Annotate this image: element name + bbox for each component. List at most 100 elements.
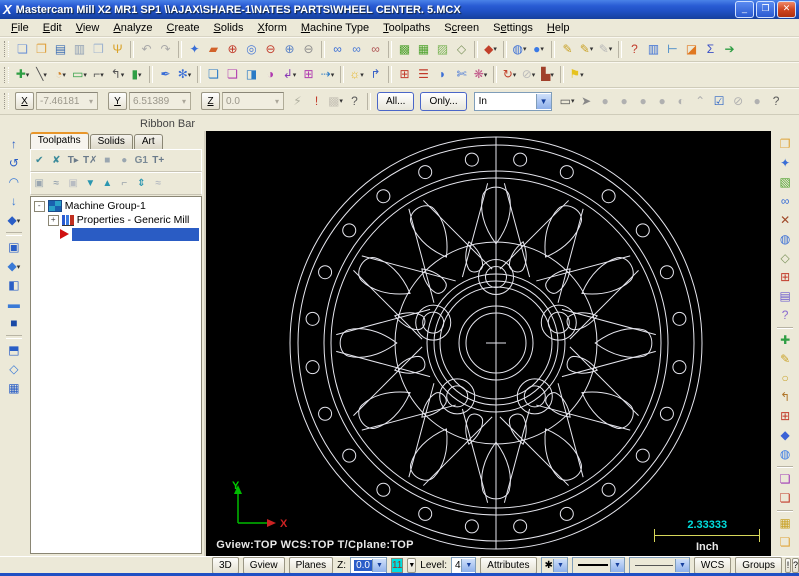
menu-item-settings[interactable]: Settings <box>486 21 540 35</box>
surface-orange-icon[interactable]: ◪ <box>682 40 701 59</box>
flower-icon[interactable]: ❋ <box>471 65 490 84</box>
zoom-window-icon[interactable]: ⊕ <box>223 40 242 59</box>
sel-circle-1-icon[interactable]: ● <box>596 92 615 111</box>
no-entry-icon[interactable]: ⊘ <box>519 65 538 84</box>
solid-boolean-add-icon[interactable]: ⬒ <box>4 341 23 360</box>
line-style-combo[interactable]: ▼ <box>571 556 625 574</box>
select-all-ops-icon[interactable]: ✔ <box>31 152 48 169</box>
g1-icon[interactable]: G1 <box>133 152 150 169</box>
y-coord-input[interactable]: 6.51389 ▾ <box>129 92 191 110</box>
chevron-down-icon[interactable]: ▼ <box>609 558 624 572</box>
tab-solids[interactable]: Solids <box>89 134 133 149</box>
menu-item-machine-type[interactable]: Machine Type <box>294 21 376 35</box>
z-coord-button[interactable]: Z <box>201 92 220 110</box>
menu-item-screen[interactable]: Screen <box>437 21 486 35</box>
solid-chamfer-icon[interactable]: ◆ <box>4 257 23 276</box>
color-dropdown-button[interactable]: ▼ <box>407 557 417 573</box>
swap-red-icon[interactable]: ❏ <box>776 489 795 508</box>
screen-blank-icon[interactable]: ∞ <box>366 40 385 59</box>
restore-button[interactable]: ❐ <box>756 1 775 18</box>
xform-project-icon[interactable]: ⇢ <box>318 65 337 84</box>
toolbar-grip[interactable] <box>4 41 9 57</box>
toolpath-off-icon[interactable]: T✗ <box>82 152 99 169</box>
exclaim-icon[interactable]: ! <box>307 92 326 111</box>
x-coord-input[interactable]: -7.46181 ▾ <box>36 92 98 110</box>
open-file-icon[interactable]: ❐ <box>32 40 51 59</box>
stamp-icon[interactable]: ▙ <box>538 65 557 84</box>
color-grid-icon[interactable]: ▦ <box>776 514 795 533</box>
flag-icon[interactable]: ⚑ <box>567 65 586 84</box>
grid-red-icon[interactable]: ⊞ <box>776 407 795 426</box>
translucent-cube-icon[interactable]: ▨ <box>433 40 452 59</box>
tree-row[interactable]: + Properties - Generic Mill <box>31 213 201 227</box>
alert-button[interactable]: ! <box>785 557 791 573</box>
close-button[interactable]: ✕ <box>777 1 796 18</box>
chevron-down-icon[interactable]: ▼ <box>535 93 551 109</box>
create-point-icon[interactable]: ✚ <box>13 65 32 84</box>
scroll-updown-icon[interactable]: ⇕ <box>133 175 150 192</box>
circle-icon[interactable]: ○ <box>776 369 795 388</box>
tab-toolpaths[interactable]: Toolpaths <box>29 132 89 149</box>
pencil-icon[interactable]: ✎ <box>776 350 795 369</box>
wireframe-cube-icon[interactable]: ◇ <box>776 249 795 268</box>
create-fillet-icon[interactable]: ⌐ <box>89 65 108 84</box>
unzoom-icon[interactable]: ▰ <box>204 40 223 59</box>
xform-mirror-icon[interactable]: ◨ <box>242 65 261 84</box>
wireframe-cube-icon[interactable]: ◇ <box>452 40 471 59</box>
xform-translate-icon[interactable]: ❏ <box>204 65 223 84</box>
y-coord-button[interactable]: Y <box>108 92 127 110</box>
trophy-icon[interactable]: Ψ <box>108 40 127 59</box>
cplane-sphere-icon[interactable]: ● <box>529 40 548 59</box>
units-combo[interactable]: In ▼ <box>473 91 552 111</box>
sel-help-icon[interactable]: ? <box>767 92 786 111</box>
viewport-grid-icon[interactable]: ⊞ <box>776 268 795 287</box>
create-plus-icon[interactable]: ✚ <box>776 331 795 350</box>
repaint-icon[interactable]: ∞ <box>328 40 347 59</box>
regenerate-icon[interactable]: ∞ <box>347 40 366 59</box>
line-width-combo[interactable]: ▼ <box>628 556 690 574</box>
chevron-down-icon[interactable]: ▼ <box>371 558 386 572</box>
move-up-icon[interactable]: ▲ <box>99 175 116 192</box>
solid-loft-icon[interactable]: ↓ <box>4 192 23 211</box>
zoom-previous-icon[interactable]: ⊖ <box>299 40 318 59</box>
xform-array-icon[interactable]: ⊞ <box>299 65 318 84</box>
shade-icon[interactable]: ▤ <box>776 287 795 306</box>
xform-rotate-icon[interactable]: ◑ <box>261 65 280 84</box>
insert-arrow-icon[interactable]: ⌐ <box>116 175 133 192</box>
menu-item-view[interactable]: View <box>69 21 107 35</box>
solid-extrude-icon[interactable]: ↑ <box>4 135 23 154</box>
menu-item-solids[interactable]: Solids <box>207 21 251 35</box>
move-down-icon[interactable]: ▼ <box>82 175 99 192</box>
shaded-edges-cube-icon[interactable]: ▦ <box>414 40 433 59</box>
clip-icon[interactable]: ✄ <box>452 65 471 84</box>
menu-item-create[interactable]: Create <box>160 21 207 35</box>
create-rectangle-icon[interactable]: ▭ <box>70 65 89 84</box>
repaint-icon[interactable]: ∞ <box>776 192 795 211</box>
grayed-box-icon[interactable]: ▩ <box>326 92 345 111</box>
sel-circle-4-icon[interactable]: ● <box>653 92 672 111</box>
menu-item-help[interactable]: Help <box>540 21 577 35</box>
sel-check-icon[interactable]: ☑ <box>710 92 729 111</box>
sel-no-entry-icon[interactable]: ⊘ <box>729 92 748 111</box>
chevron-down-icon[interactable]: ▾ <box>178 97 190 106</box>
chevron-down-icon[interactable]: ▼ <box>552 558 567 572</box>
gview-globe-icon[interactable]: ◍ <box>776 230 795 249</box>
solid-trim-icon[interactable]: ▬ <box>4 295 23 314</box>
graphics-canvas[interactable]: Y X Gview:TOP WCS:TOP T/Cplane:TOP 2.333… <box>206 131 772 556</box>
globe-icon[interactable]: ◍ <box>776 445 795 464</box>
redo-icon[interactable]: ↷ <box>156 40 175 59</box>
snowflake-icon[interactable]: ✻ <box>175 65 194 84</box>
help-circle-icon[interactable]: ? <box>345 92 364 111</box>
chevron-down-icon[interactable]: ▼ <box>461 558 476 572</box>
menu-item-file[interactable]: File <box>4 21 36 35</box>
toolbar-grip[interactable] <box>4 93 9 109</box>
jump-arrow-icon[interactable]: ↱ <box>366 65 385 84</box>
selection-rect-icon[interactable]: ▭ <box>558 92 577 111</box>
solid-revolve-icon[interactable]: ↺ <box>4 154 23 173</box>
analyze-multi-pencil-icon[interactable]: ✎ <box>577 40 596 59</box>
sel-half-icon[interactable]: ◐ <box>672 92 691 111</box>
delete-entity-icon[interactable]: ✕ <box>776 211 795 230</box>
zoom-out-icon[interactable]: ⊖ <box>261 40 280 59</box>
blue-sail-icon[interactable]: ◗ <box>433 65 452 84</box>
print-preview-icon[interactable]: ❒ <box>89 40 108 59</box>
